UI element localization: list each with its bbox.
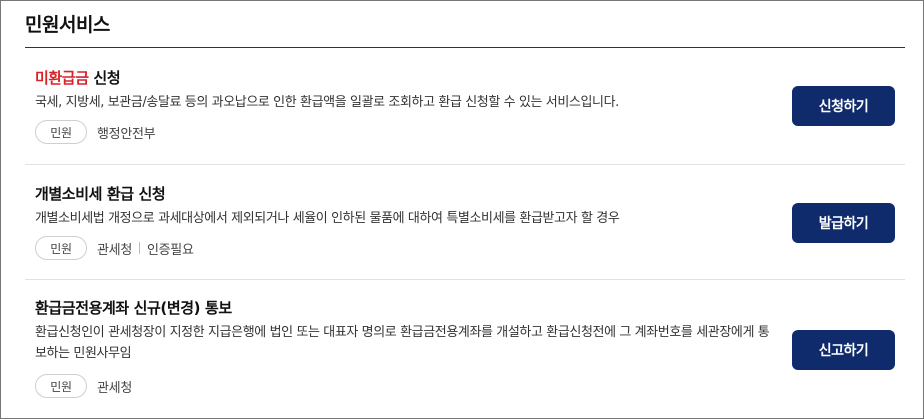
service-panel: 민원서비스 미환급금 신청 국세, 지방세, 보관금/송달료 등의 과오납으로 …: [0, 0, 924, 419]
service-title[interactable]: 환급금전용계좌 신규(변경) 통보: [35, 297, 232, 318]
service-description: 환급신청인이 관세청장이 지정한 지급은행에 법인 또는 대표자 명의로 환급금…: [35, 325, 770, 361]
category-tag: 민원: [35, 374, 87, 398]
apply-button[interactable]: 신청하기: [792, 86, 895, 126]
service-title-text: 신청: [88, 69, 121, 87]
service-title-text: 환급금전용계좌 신규(변경) 통보: [35, 299, 232, 317]
category-tag: 민원: [35, 120, 87, 144]
meta-divider: [138, 242, 140, 254]
service-description: 국세, 지방세, 보관금/송달료 등의 과오납으로 인한 환급액을 일괄로 조회…: [35, 95, 619, 110]
agency-label: 관세청: [97, 242, 132, 258]
auth-required-label: 인증필요: [146, 242, 194, 258]
service-item: 환급금전용계좌 신규(변경) 통보 환급신청인이 관세청장이 지정한 지급은행에…: [25, 279, 905, 418]
service-title-text: 개별소비세 환급 신청: [35, 185, 166, 203]
service-meta: 민원 관세청: [35, 374, 132, 398]
service-description: 개별소비세법 개정으로 과세대상에서 제외되거나 세율이 인하된 물품에 대하여…: [35, 211, 620, 226]
title-divider: [25, 47, 905, 48]
service-item: 미환급금 신청 국세, 지방세, 보관금/송달료 등의 과오납으로 인한 환급액…: [25, 49, 905, 164]
page-title: 민원서비스: [25, 14, 110, 36]
agency-label: 행정안전부: [97, 126, 156, 142]
service-meta: 민원 행정안전부: [35, 120, 156, 144]
service-title[interactable]: 미환급금 신청: [35, 67, 121, 88]
service-item: 개별소비세 환급 신청 개별소비세법 개정으로 과세대상에서 제외되거나 세율이…: [25, 164, 905, 279]
service-title[interactable]: 개별소비세 환급 신청: [35, 183, 166, 204]
service-meta: 민원 관세청 인증필요: [35, 236, 194, 260]
category-tag: 민원: [35, 236, 87, 260]
report-button[interactable]: 신고하기: [792, 330, 895, 370]
service-title-highlight: 미환급금: [35, 69, 89, 87]
agency-label: 관세청: [97, 380, 132, 396]
issue-button[interactable]: 발급하기: [792, 203, 895, 243]
